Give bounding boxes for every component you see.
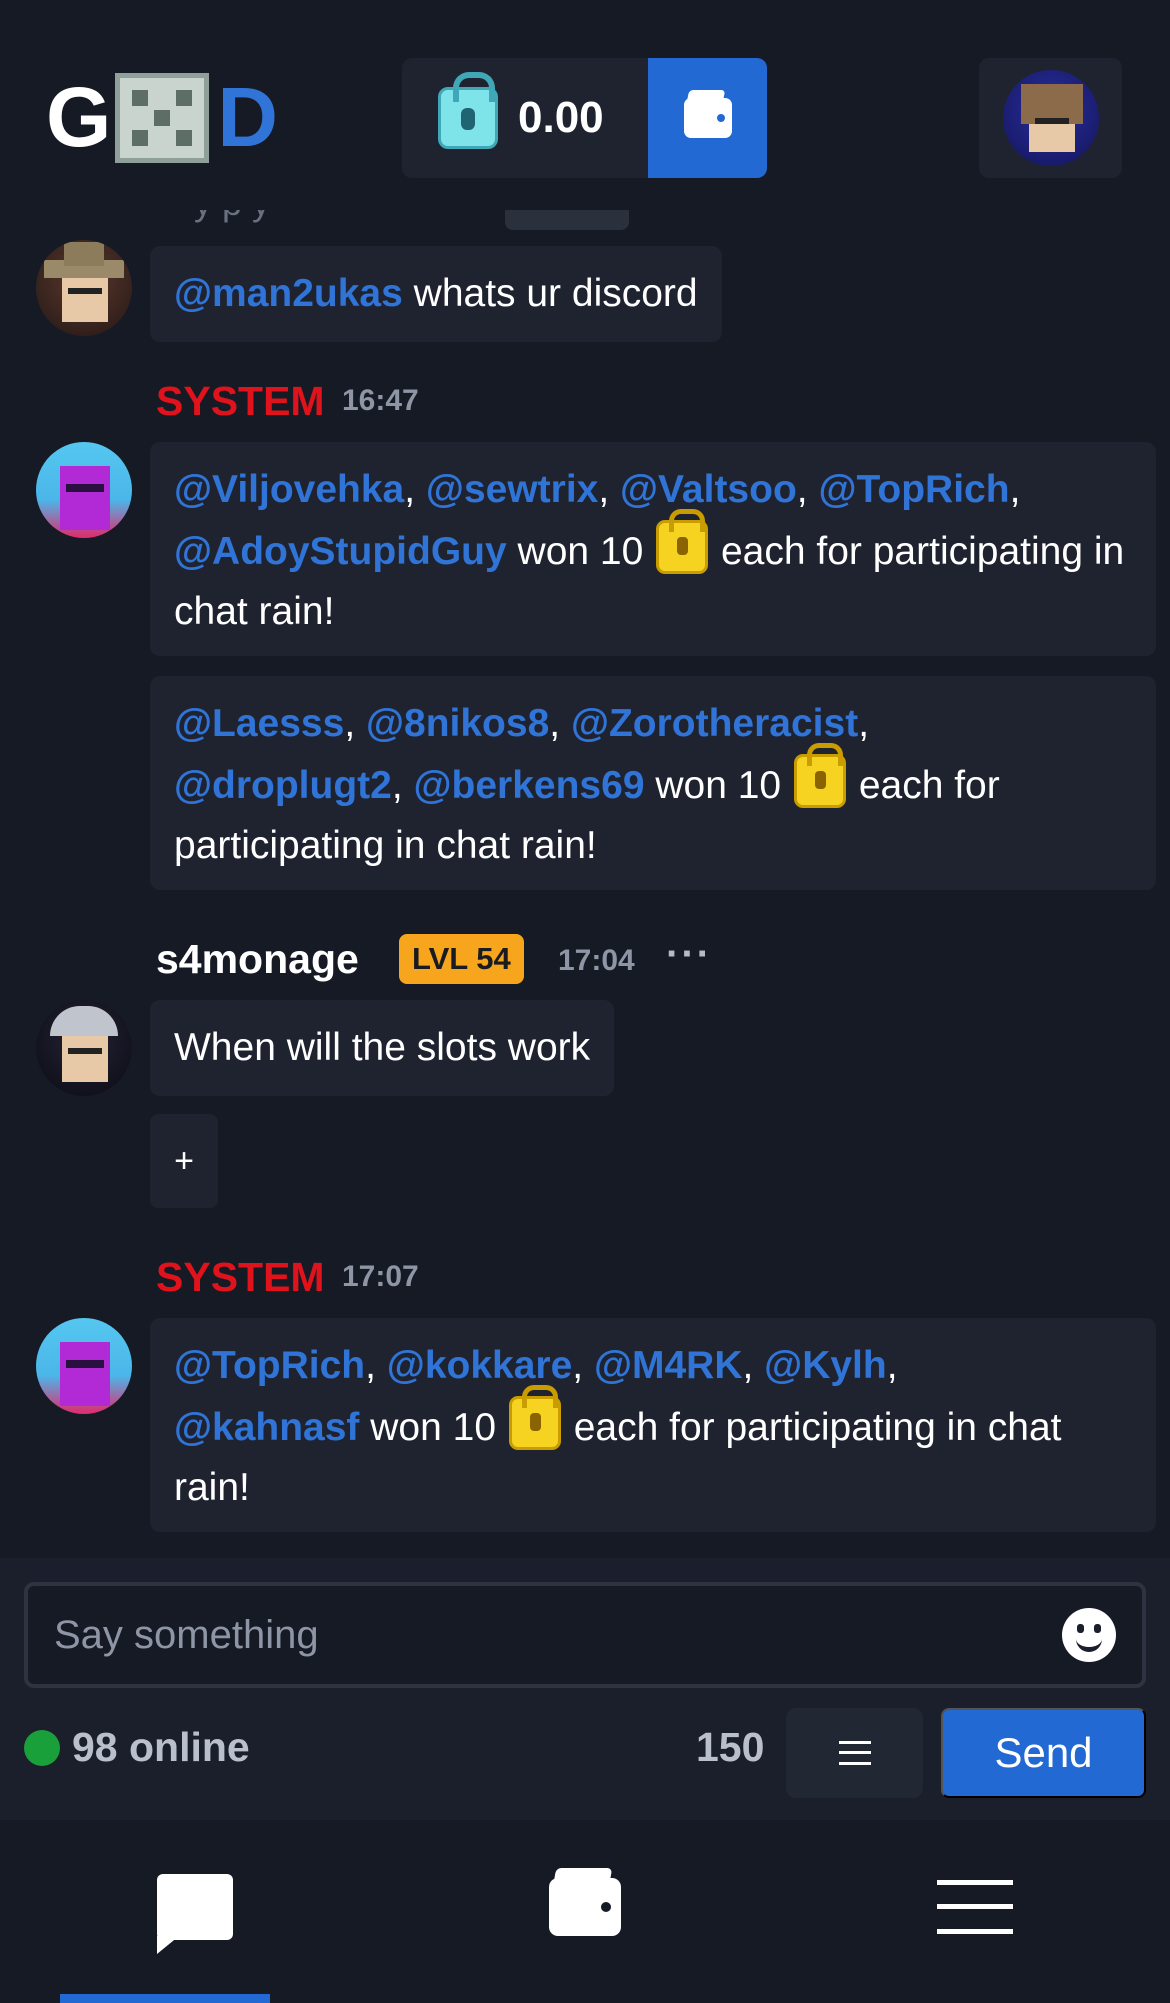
- message-text: whats ur discord: [402, 272, 698, 315]
- site-logo[interactable]: G D: [46, 70, 278, 165]
- mention[interactable]: @Laesss: [174, 702, 344, 745]
- user-avatar: [1002, 70, 1099, 166]
- gold-lock-icon: [656, 509, 709, 574]
- gold-lock-icon: [508, 1385, 561, 1450]
- wallet-icon: [683, 98, 732, 138]
- mention[interactable]: @Zorotheracist: [571, 702, 858, 745]
- mention[interactable]: @man2ukas: [174, 272, 403, 315]
- chat-composer: 98 online 150 Send: [0, 1558, 1170, 1820]
- mention[interactable]: @droplugt2: [174, 764, 392, 807]
- system-avatar: [36, 442, 132, 538]
- message-text: When will the slots work: [174, 1026, 591, 1069]
- chat-message: @Laesss, @8nikos8, @Zorotheracist, @drop…: [150, 676, 1156, 890]
- chat-message: @Viljovehka, @sewtrix, @Valtsoo, @TopRic…: [150, 442, 1156, 656]
- smiley-icon[interactable]: [1062, 1608, 1116, 1662]
- partial-level-badge: [505, 210, 629, 230]
- char-limit: 150: [696, 1724, 765, 1770]
- chat-feed[interactable]: ·· y p y @man2ukas whats ur discord SYST…: [0, 210, 1170, 1558]
- mention[interactable]: @kokkare: [387, 1344, 572, 1387]
- mention[interactable]: @sewtrix: [426, 468, 598, 511]
- mention[interactable]: @Valtsoo: [620, 468, 797, 511]
- system-name: SYSTEM: [156, 378, 325, 424]
- send-button[interactable]: Send: [941, 1708, 1146, 1798]
- chat-message: @man2ukas whats ur discord: [150, 246, 722, 342]
- bottom-nav: [0, 1820, 1170, 2003]
- add-reaction-button[interactable]: +: [150, 1114, 218, 1208]
- message-time: 17:07: [342, 1260, 419, 1293]
- mention[interactable]: @TopRich: [818, 468, 1009, 511]
- chat-message: @TopRich, @kokkare, @M4RK, @Kylh, @kahna…: [150, 1318, 1156, 1532]
- nav-chat[interactable]: [0, 1820, 390, 2003]
- username[interactable]: s4monage: [156, 936, 359, 983]
- avatar[interactable]: [36, 240, 132, 336]
- chat-icon: [157, 1873, 233, 1954]
- gold-lock-icon: [793, 743, 846, 808]
- won-text: won 10: [370, 1406, 497, 1449]
- online-count: 98 online: [72, 1724, 250, 1770]
- chat-message: When will the slots work: [150, 1000, 615, 1096]
- message-time: 17:04: [558, 944, 635, 977]
- mention[interactable]: @berkens69: [414, 764, 645, 807]
- nav-wallet[interactable]: [390, 1820, 780, 2003]
- mention[interactable]: @AdoyStupidGuy: [174, 530, 507, 573]
- nav-menu[interactable]: [780, 1820, 1170, 2003]
- message-input[interactable]: [54, 1586, 1034, 1684]
- message-input-box: [24, 1582, 1146, 1688]
- mention[interactable]: @8nikos8: [366, 702, 549, 745]
- wallet-icon: [549, 1877, 621, 1936]
- mention[interactable]: @kahnasf: [174, 1406, 359, 1449]
- balance-amount: 0.00: [518, 93, 604, 142]
- logo-letter-d: D: [217, 70, 279, 164]
- chat-menu-button[interactable]: [786, 1708, 923, 1798]
- mention[interactable]: @M4RK: [594, 1344, 743, 1387]
- won-text: won 10: [655, 764, 782, 807]
- system-name: SYSTEM: [156, 1254, 325, 1300]
- profile-button[interactable]: [979, 58, 1122, 178]
- wallet-button[interactable]: [648, 58, 767, 178]
- won-text: won 10: [517, 530, 644, 573]
- mention[interactable]: @Kylh: [764, 1344, 887, 1387]
- blue-lock-icon: [438, 72, 498, 149]
- level-badge: LVL 54: [399, 934, 524, 984]
- logo-letter-g: G: [46, 70, 111, 164]
- active-tab-indicator: [60, 1994, 270, 2003]
- online-dot: [24, 1729, 60, 1766]
- top-header: G D 0.00: [0, 0, 1170, 210]
- dice-icon: [115, 72, 210, 163]
- mention[interactable]: @TopRich: [174, 1344, 365, 1387]
- menu-icon: [937, 1879, 1013, 1934]
- partial-message: ·· y p y: [160, 210, 270, 232]
- menu-icon: [838, 1741, 871, 1765]
- message-time: 16:47: [342, 384, 419, 417]
- system-avatar: [36, 1318, 132, 1414]
- more-options-icon[interactable]: ···: [666, 932, 712, 977]
- balance-display: 0.00: [402, 58, 767, 178]
- avatar[interactable]: [36, 1000, 132, 1096]
- online-indicator: 98 online: [24, 1724, 250, 1771]
- mention[interactable]: @Viljovehka: [174, 468, 404, 511]
